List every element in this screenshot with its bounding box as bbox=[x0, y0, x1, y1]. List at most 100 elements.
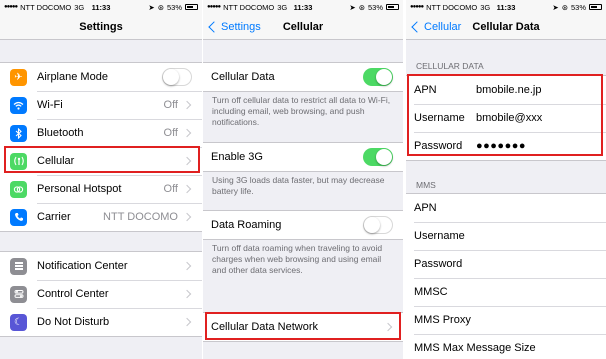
nav-bar: Cellular Cellular Data bbox=[406, 14, 606, 40]
mms-proxy-field[interactable]: MMS Proxy bbox=[406, 306, 606, 334]
settings-item-personal-hotspot[interactable]: Personal Hotspot Off bbox=[0, 175, 202, 203]
apn-field[interactable]: APN bmobile.ne.jp bbox=[406, 76, 606, 104]
signal-icon: ●●●●● bbox=[4, 4, 18, 10]
battery-percent: 53% bbox=[570, 2, 586, 12]
cellular-data-screen: ●●●●● NTT DOCOMO 3G 11:33 ➤ ⊛ 53% Cellul… bbox=[406, 0, 606, 359]
settings-item-wifi[interactable]: Wi-Fi Off bbox=[0, 91, 202, 119]
battery-icon bbox=[589, 4, 602, 10]
field-label: MMS Max Message Size bbox=[414, 342, 536, 354]
network-type: 3G bbox=[277, 2, 288, 12]
field-label: Username bbox=[414, 230, 465, 242]
field-label: APN bbox=[414, 202, 437, 214]
field-label: Username bbox=[414, 112, 465, 124]
carrier-name: NTT DOCOMO bbox=[223, 2, 275, 12]
chevron-right-icon bbox=[182, 100, 192, 110]
mms-username-field[interactable]: Username bbox=[406, 222, 606, 250]
data-roaming-note: Turn off data roaming when traveling to … bbox=[212, 243, 383, 275]
settings-item-control-center[interactable]: Control Center bbox=[0, 280, 202, 308]
signal-icon: ●●●●● bbox=[410, 4, 424, 10]
item-label: Data Roaming bbox=[211, 219, 282, 231]
settings-group-system: Notification Center Control Center ☾ Do … bbox=[0, 251, 202, 337]
mms-password-field[interactable]: Password bbox=[406, 250, 606, 278]
mms-fields: APN Username Password MMSC MMS Proxy MMS… bbox=[406, 193, 606, 359]
settings-item-notification-center[interactable]: Notification Center bbox=[0, 252, 202, 280]
battery-percent: 53% bbox=[367, 2, 383, 12]
settings-item-bluetooth[interactable]: Bluetooth Off bbox=[0, 119, 202, 147]
data-roaming-group: Data Roaming bbox=[203, 210, 403, 240]
network-type: 3G bbox=[74, 2, 85, 12]
item-label: Wi-Fi bbox=[37, 99, 63, 111]
chevron-left-icon bbox=[411, 21, 423, 33]
hotspot-icon bbox=[10, 180, 27, 198]
status-bar: ●●●●● NTT DOCOMO 3G 11:33 ➤ ⊛ 53% bbox=[406, 0, 606, 14]
lock-rotation-icon: ⊛ bbox=[561, 2, 568, 12]
field-label: Password bbox=[414, 140, 463, 152]
item-label: Control Center bbox=[37, 288, 109, 300]
chevron-right-icon bbox=[383, 322, 393, 332]
carrier-name: NTT DOCOMO bbox=[20, 2, 72, 12]
chevron-left-icon bbox=[208, 21, 220, 33]
wifi-icon bbox=[10, 96, 27, 114]
item-value: Off bbox=[163, 127, 178, 139]
field-label: APN bbox=[414, 84, 437, 96]
mmsc-field[interactable]: MMSC bbox=[406, 278, 606, 306]
chevron-right-icon bbox=[182, 212, 192, 222]
network-type: 3G bbox=[480, 2, 491, 12]
item-label: Carrier bbox=[37, 211, 71, 223]
page-title: Cellular bbox=[282, 20, 324, 33]
section-header-cellular-data: CELLULAR DATA bbox=[416, 61, 484, 71]
page-title: Settings bbox=[79, 20, 123, 33]
battery-icon bbox=[185, 4, 198, 10]
cellular-icon bbox=[10, 152, 27, 170]
moon-icon: ☾ bbox=[10, 313, 27, 331]
settings-group-connectivity: ✈ Airplane Mode Wi-Fi Off Bluetooth Off … bbox=[0, 62, 202, 232]
data-roaming-row: Data Roaming bbox=[203, 211, 403, 239]
chevron-right-icon bbox=[182, 184, 192, 194]
password-field[interactable]: Password ●●●●●●● bbox=[406, 132, 606, 160]
section-header-mms: MMS bbox=[416, 180, 436, 190]
cellular-data-group: Cellular Data bbox=[203, 62, 403, 92]
item-label: Cellular Data bbox=[211, 71, 275, 83]
cellular-data-network-group: Cellular Data Network bbox=[203, 312, 403, 342]
mms-max-message-size-field[interactable]: MMS Max Message Size bbox=[406, 334, 606, 359]
cellular-screen: ●●●●● NTT DOCOMO 3G 11:33 ➤ ⊛ 53% Settin… bbox=[203, 0, 403, 359]
data-roaming-toggle[interactable] bbox=[363, 216, 393, 234]
username-value: bmobile@xxx bbox=[476, 112, 543, 124]
settings-item-airplane-mode[interactable]: ✈ Airplane Mode bbox=[0, 63, 202, 91]
battery-percent: 53% bbox=[166, 2, 182, 12]
lock-rotation-icon: ⊛ bbox=[358, 2, 365, 12]
enable-3g-group: Enable 3G bbox=[203, 142, 403, 172]
chevron-right-icon bbox=[182, 317, 192, 327]
clock: 11:33 bbox=[496, 2, 516, 12]
cellular-data-row: Cellular Data bbox=[203, 63, 403, 91]
cellular-data-note: Turn off cellular data to restrict all d… bbox=[212, 95, 391, 127]
notification-icon bbox=[10, 257, 27, 275]
control-center-icon bbox=[10, 285, 27, 303]
location-icon: ➤ bbox=[148, 2, 155, 12]
chevron-right-icon bbox=[182, 128, 192, 138]
item-label: Notification Center bbox=[37, 260, 128, 272]
back-button[interactable]: Settings bbox=[207, 14, 261, 40]
settings-screen: ●●●●● NTT DOCOMO 3G 11:33 ➤ ⊛ 53% Settin… bbox=[0, 0, 202, 359]
airplane-mode-toggle[interactable] bbox=[162, 68, 192, 86]
settings-item-do-not-disturb[interactable]: ☾ Do Not Disturb bbox=[0, 308, 202, 336]
settings-item-carrier[interactable]: Carrier NTT DOCOMO bbox=[0, 203, 202, 231]
username-field[interactable]: Username bmobile@xxx bbox=[406, 104, 606, 132]
clock: 11:33 bbox=[91, 2, 111, 12]
back-label: Cellular bbox=[424, 21, 462, 33]
page-title: Cellular Data bbox=[472, 20, 540, 33]
enable-3g-toggle[interactable] bbox=[363, 148, 393, 166]
settings-item-cellular[interactable]: Cellular bbox=[0, 147, 202, 175]
bluetooth-icon bbox=[10, 124, 27, 142]
back-button[interactable]: Cellular bbox=[410, 14, 461, 40]
status-bar: ●●●●● NTT DOCOMO 3G 11:33 ➤ ⊛ 53% bbox=[203, 0, 403, 14]
password-value: ●●●●●●● bbox=[476, 140, 527, 152]
chevron-right-icon bbox=[182, 156, 192, 166]
apn-value: bmobile.ne.jp bbox=[476, 84, 542, 96]
enable-3g-note: Using 3G loads data faster, but may decr… bbox=[212, 175, 385, 196]
item-label: Airplane Mode bbox=[37, 71, 108, 83]
cellular-data-toggle[interactable] bbox=[363, 68, 393, 86]
cellular-data-network-row[interactable]: Cellular Data Network bbox=[203, 313, 403, 341]
phone-icon bbox=[10, 208, 27, 226]
mms-apn-field[interactable]: APN bbox=[406, 194, 606, 222]
